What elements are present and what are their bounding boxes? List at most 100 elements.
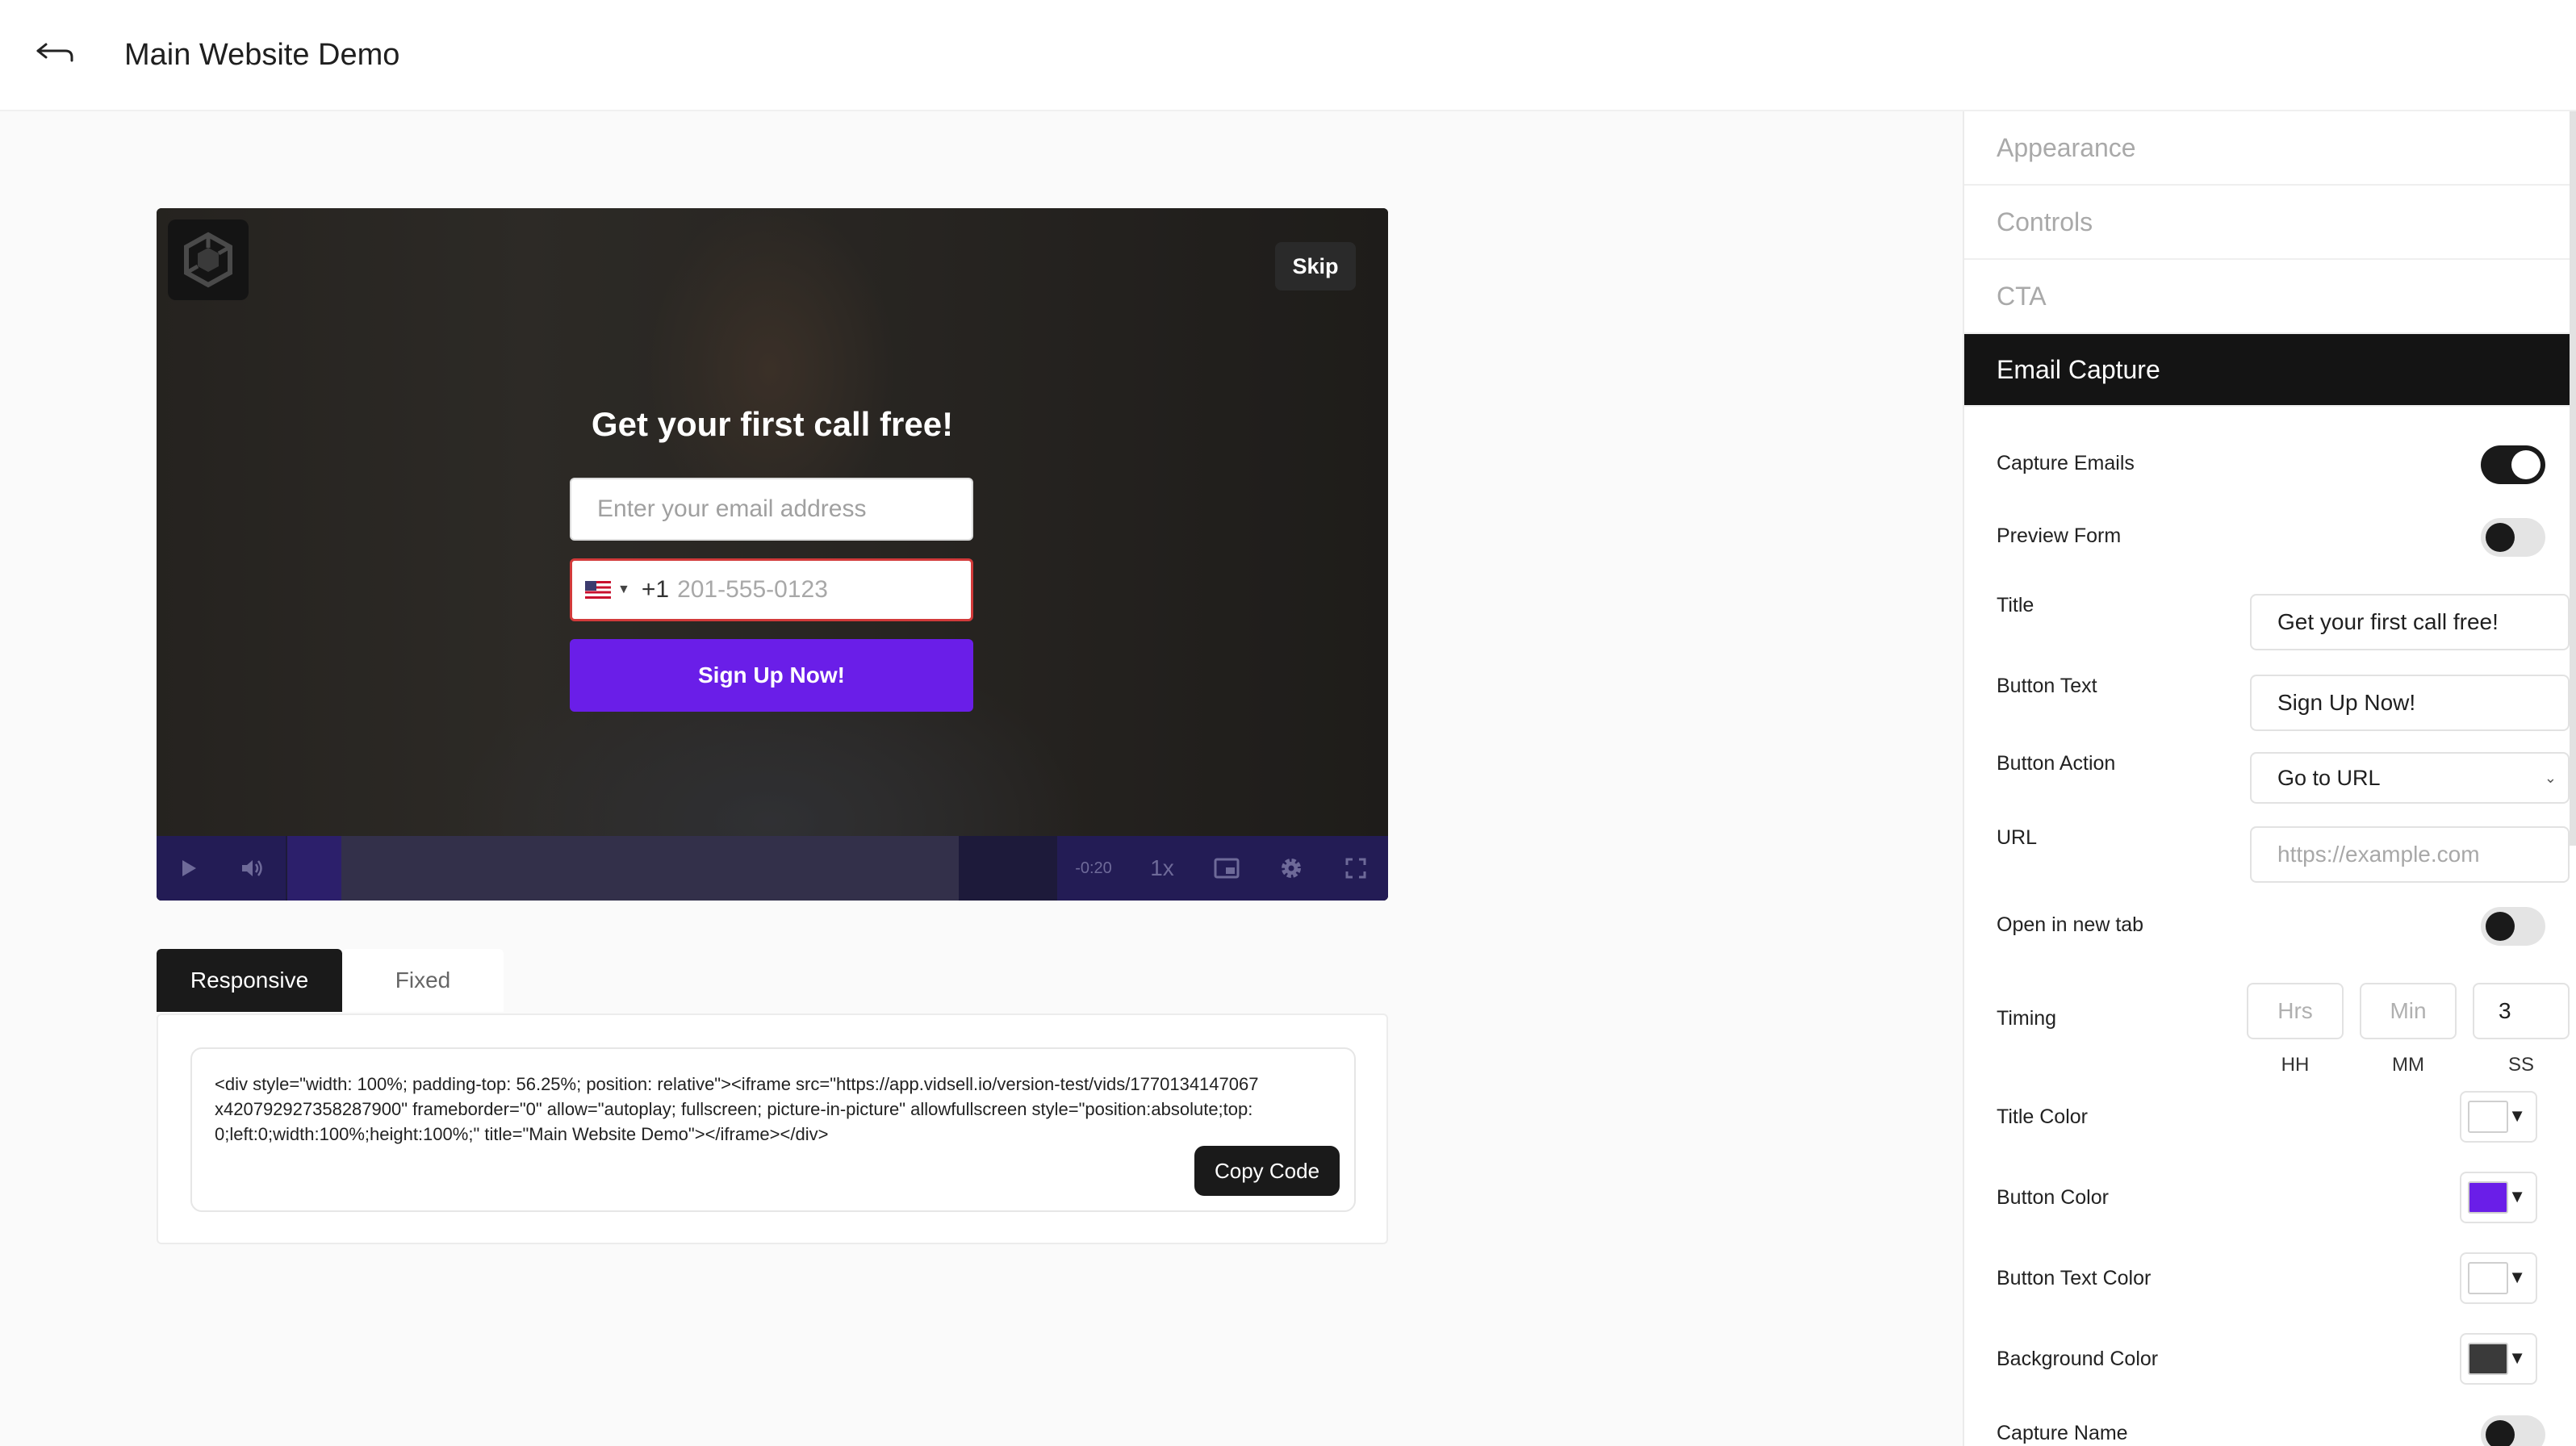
button-action-select[interactable]: Go to URL ⌄ [2250,752,2570,804]
capture-name-toggle[interactable] [2481,1415,2545,1446]
caret-down-icon: ▼ [2508,1348,2526,1368]
capture-emails-toggle[interactable] [2481,445,2545,484]
dial-code: +1 [641,576,670,603]
title-label: Title [1997,594,2034,616]
button-text-color-row: Button Text Color ▼ [1997,1252,2545,1306]
player-controls: -0:20 1x [157,836,1388,901]
phone-input[interactable] [677,576,952,604]
embed-code-panel: <div style="width: 100%; padding-top: 56… [157,1013,1388,1244]
fullscreen-button[interactable] [1324,836,1388,901]
open-new-tab-toggle[interactable] [2481,907,2545,946]
button-color-swatch [2468,1181,2508,1214]
embed-code-box: <div style="width: 100%; padding-top: 56… [190,1047,1356,1212]
button-action-row: Button Action Go to URL ⌄ [1997,752,2570,809]
progress-fill [287,836,341,901]
player-controls-right: -0:20 1x [1057,836,1388,901]
signup-button[interactable]: Sign Up Now! [570,639,973,712]
url-label: URL [1997,826,2038,849]
us-flag-icon[interactable] [585,581,611,599]
back-arrow-icon [36,43,73,62]
pip-button[interactable] [1194,836,1259,901]
button-color-label: Button Color [1997,1186,2109,1209]
skip-button[interactable]: Skip [1275,242,1356,290]
title-color-picker[interactable]: ▼ [2460,1091,2537,1143]
caret-down-icon: ▼ [2508,1186,2526,1206]
play-button[interactable] [157,836,221,901]
seconds-input[interactable] [2473,983,2570,1039]
background-color-label: Background Color [1997,1348,2159,1370]
play-icon [182,860,196,876]
back-button[interactable] [32,36,77,71]
embed-code: <div style="width: 100%; padding-top: 56… [215,1074,1259,1144]
background-color-row: Background Color ▼ [1997,1333,2545,1386]
copy-code-button[interactable]: Copy Code [1194,1146,1340,1196]
video-overlay [157,208,1388,901]
picture-in-picture-icon [1214,858,1240,879]
hours-unit: HH [2281,1054,2310,1076]
button-text-color-picker[interactable]: ▼ [2460,1252,2537,1304]
preview-form-label: Preview Form [1997,524,2122,547]
title-color-row: Title Color ▼ [1997,1091,2545,1144]
open-new-tab-row: Open in new tab [1997,907,2545,947]
minutes-input[interactable] [2360,983,2457,1039]
embed-tabs: Responsive Fixed [157,949,504,1012]
sidebar-scrollbar[interactable] [2570,111,2576,846]
sidebar-tab-appearance[interactable]: Appearance [1964,111,2576,186]
button-text-label: Button Text [1997,675,2097,697]
caret-down-icon: ▼ [2508,1105,2526,1126]
timing-label: Timing [1997,1007,2057,1030]
player-logo [168,219,249,300]
settings-sidebar: Appearance Controls CTA Email Capture Ca… [1963,111,2576,1446]
sidebar-tab-controls[interactable]: Controls [1964,186,2576,260]
hours-input[interactable] [2247,983,2344,1039]
url-row: URL [1997,826,2570,886]
button-text-row: Button Text [1997,675,2570,734]
button-text-input[interactable] [2250,675,2570,731]
open-new-tab-label: Open in new tab [1997,913,2144,936]
settings-button[interactable] [1259,836,1324,901]
time-remaining: -0:20 [1075,859,1112,877]
volume-button[interactable] [221,836,286,901]
caret-down-icon: ▼ [2508,1267,2526,1287]
video-player[interactable]: Skip Get your first call free! ▼ +1 Sign… [157,208,1388,901]
background-color-picker[interactable]: ▼ [2460,1333,2537,1385]
tab-fixed[interactable]: Fixed [342,949,504,1012]
fullscreen-icon [1345,858,1366,879]
seconds-unit: SS [2507,1054,2534,1076]
url-input[interactable] [2250,826,2570,883]
preview-form-row: Preview Form [1997,518,2545,558]
caret-down-icon[interactable]: ▼ [617,583,630,597]
title-input[interactable] [2250,594,2570,650]
button-action-label: Button Action [1997,752,2116,775]
sidebar-tab-email-capture[interactable]: Email Capture [1964,334,2576,407]
phone-field[interactable]: ▼ +1 [570,558,973,621]
progress-bar[interactable] [287,836,959,901]
button-text-color-label: Button Text Color [1997,1267,2152,1289]
page-title: Main Website Demo [124,38,400,72]
button-color-row: Button Color ▼ [1997,1172,2545,1225]
email-input[interactable] [570,478,973,541]
background-color-swatch [2468,1343,2508,1375]
title-row: Title [1997,594,2570,654]
top-header: Main Website Demo [0,0,2576,111]
capture-emails-row: Capture Emails [1997,445,2545,486]
timing-row: Timing HH MM SS [1997,983,2570,1088]
capture-name-label: Capture Name [1997,1422,2128,1444]
playback-speed-button[interactable]: 1x [1130,855,1194,881]
minutes-unit: MM [2392,1054,2424,1076]
button-text-color-swatch [2468,1262,2508,1294]
button-action-value: Go to URL [2277,765,2381,790]
volume-icon [242,860,262,876]
button-color-picker[interactable]: ▼ [2460,1172,2537,1223]
tab-responsive[interactable]: Responsive [157,949,342,1012]
preview-form-toggle[interactable] [2481,518,2545,557]
capture-name-row: Capture Name [1997,1415,2545,1446]
chevron-down-icon: ⌄ [2544,770,2557,786]
sidebar-tab-cta[interactable]: CTA [1964,260,2576,334]
title-color-swatch [2468,1101,2508,1133]
capture-emails-label: Capture Emails [1997,452,2135,474]
gear-icon [1282,859,1301,878]
cube-logo-icon [184,232,232,288]
title-color-label: Title Color [1997,1105,2088,1128]
email-form-title: Get your first call free! [591,405,954,443]
